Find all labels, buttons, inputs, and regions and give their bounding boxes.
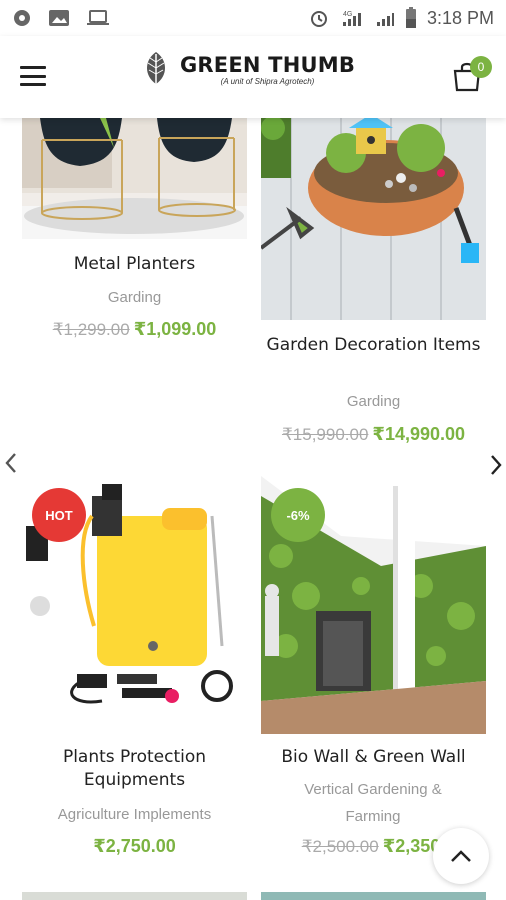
hamburger-icon[interactable] bbox=[20, 66, 46, 86]
old-price: ₹15,990.00 bbox=[281, 425, 369, 444]
image-notification-icon bbox=[48, 8, 70, 28]
product-card[interactable]: Metal Planters Garding ₹1,299.00 ₹1,099.0… bbox=[0, 118, 253, 448]
product-title[interactable]: Metal Planters bbox=[22, 253, 247, 276]
product-grid: Metal Planters Garding ₹1,299.00 ₹1,099.0… bbox=[0, 118, 506, 900]
status-bar: 4G 3:18 PM bbox=[0, 0, 506, 36]
brand-logo[interactable]: GREEN THUMB (A unit of Shipra Agrotech) bbox=[140, 50, 355, 90]
site-header: GREEN THUMB (A unit of Shipra Agrotech) … bbox=[0, 36, 506, 118]
brand-name: GREEN THUMB bbox=[180, 53, 356, 77]
product-card[interactable]: Garden Decoration Items Garding ₹15,990.… bbox=[253, 118, 506, 458]
product-category[interactable]: Garding bbox=[22, 284, 247, 311]
scroll-to-top-button[interactable] bbox=[433, 828, 489, 884]
product-title[interactable]: Plants Protection Equipments bbox=[22, 746, 247, 792]
product-image[interactable] bbox=[22, 892, 247, 900]
laptop-notification-icon bbox=[86, 8, 110, 28]
product-price: ₹15,990.00 ₹14,990.00 bbox=[261, 424, 486, 445]
leaf-logo-icon bbox=[147, 52, 165, 88]
product-category[interactable]: Vertical Gardening & Farming bbox=[278, 776, 468, 830]
old-price: ₹2,500.00 bbox=[301, 837, 379, 856]
product-image[interactable] bbox=[261, 892, 486, 900]
product-price: ₹2,750.00 bbox=[22, 836, 247, 857]
brand-subtitle: (A unit of Shipra Agrotech) bbox=[220, 77, 315, 86]
product-image[interactable] bbox=[22, 118, 247, 239]
product-category[interactable]: Garding bbox=[261, 388, 486, 415]
chat-notification-icon bbox=[12, 8, 32, 28]
cart-count-badge: 0 bbox=[470, 56, 492, 78]
sale-price: ₹1,099.00 bbox=[133, 319, 217, 339]
discount-badge: -6% bbox=[271, 488, 325, 542]
chevron-up-icon bbox=[451, 850, 471, 862]
sale-price: ₹14,990.00 bbox=[372, 424, 466, 444]
signal-icon bbox=[375, 8, 395, 28]
product-category[interactable]: Agriculture Implements bbox=[22, 801, 247, 828]
sale-price: ₹2,750.00 bbox=[93, 836, 176, 856]
signal-4g-icon: 4G bbox=[339, 8, 365, 28]
product-card[interactable]: -6% Bio Wall & Green Wall Vertical Garde… bbox=[253, 476, 506, 856]
product-title[interactable]: Garden Decoration Items bbox=[261, 334, 486, 357]
hot-badge: HOT bbox=[32, 488, 86, 542]
product-price: ₹1,299.00 ₹1,099.00 bbox=[22, 319, 247, 340]
old-price: ₹1,299.00 bbox=[52, 320, 130, 339]
product-card[interactable]: HOT Plants Protection Equipments Agricul… bbox=[0, 476, 253, 856]
status-time: 3:18 PM bbox=[426, 7, 494, 28]
svg-text:4G: 4G bbox=[343, 11, 352, 18]
product-title[interactable]: Bio Wall & Green Wall bbox=[261, 746, 486, 769]
product-image[interactable] bbox=[261, 118, 486, 320]
battery-icon bbox=[405, 7, 417, 29]
alarm-icon bbox=[309, 8, 329, 28]
